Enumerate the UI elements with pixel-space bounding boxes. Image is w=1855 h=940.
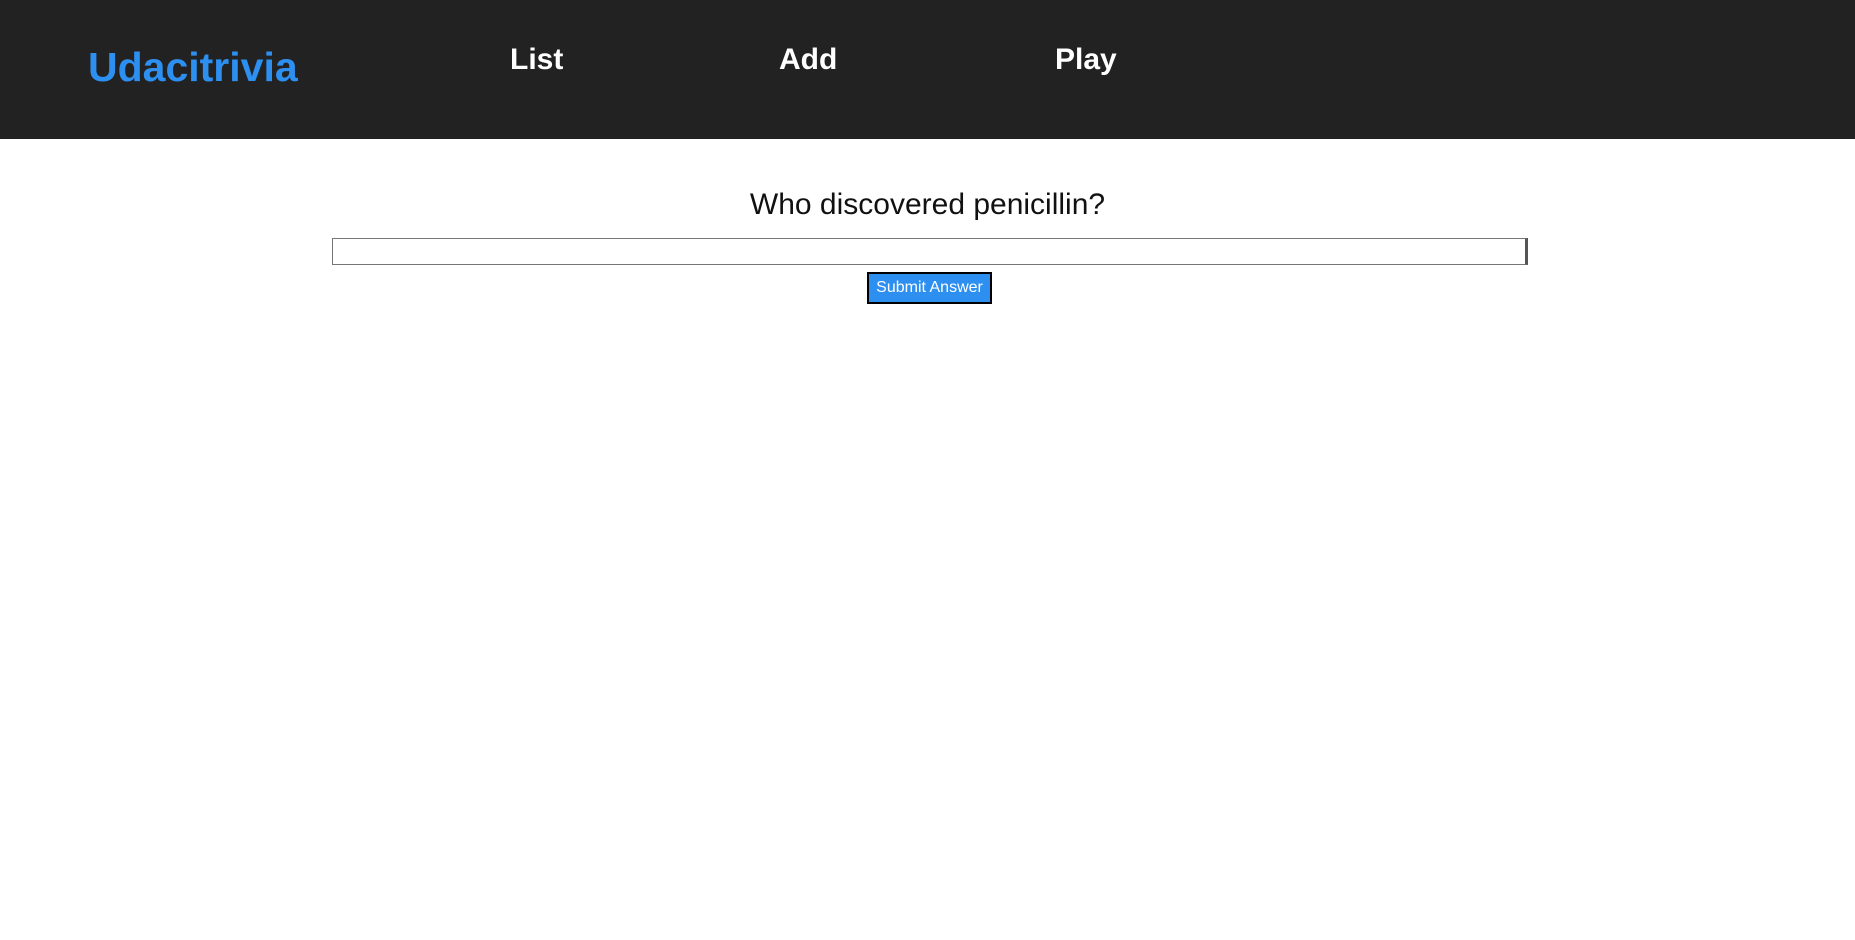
site-logo[interactable]: Udacitrivia: [88, 44, 298, 91]
top-navbar: Udacitrivia List Add Play: [0, 0, 1855, 139]
quiz-question: Who discovered penicillin?: [749, 188, 1106, 221]
submit-answer-button[interactable]: Submit Answer: [867, 272, 992, 304]
answer-input[interactable]: [332, 238, 1528, 265]
nav-link-add[interactable]: Add: [779, 42, 837, 78]
nav-link-play[interactable]: Play: [1055, 42, 1117, 78]
nav-link-list[interactable]: List: [510, 42, 563, 78]
